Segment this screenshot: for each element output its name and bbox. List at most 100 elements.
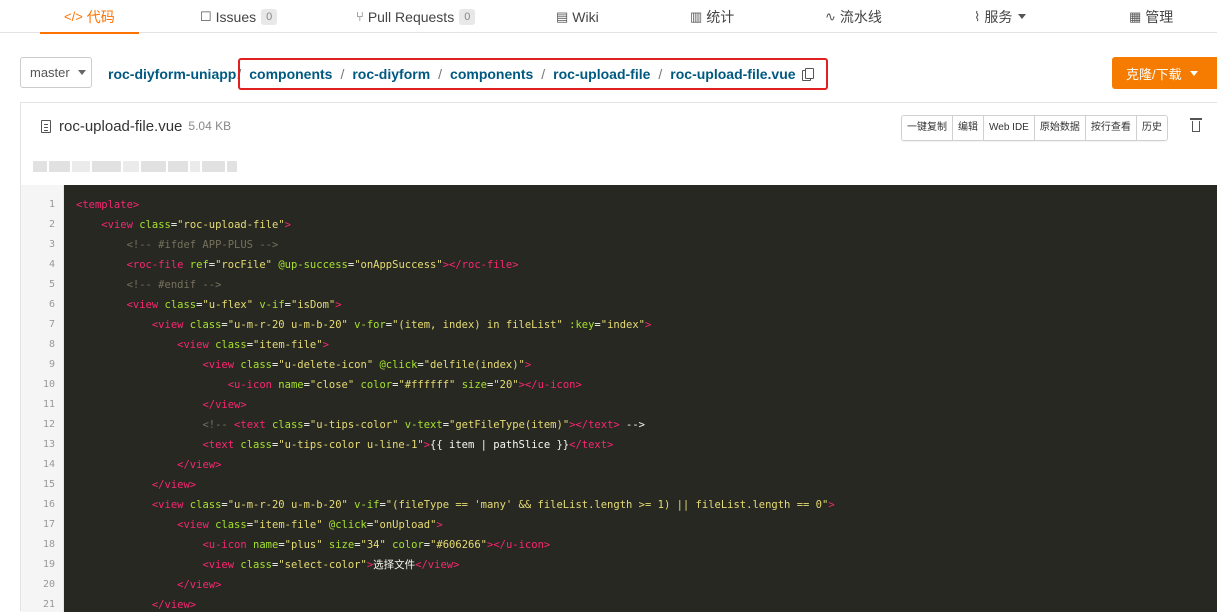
- line-number[interactable]: 13: [21, 435, 63, 455]
- line-number[interactable]: 15: [21, 475, 63, 495]
- line-number[interactable]: 1: [21, 195, 63, 215]
- code-token: <text: [202, 439, 241, 451]
- file-panel: roc-upload-file.vue 5.04 KB 一键复制 编辑 Web …: [20, 102, 1217, 612]
- line-number[interactable]: 19: [21, 555, 63, 575]
- code-token: </view>: [151, 599, 197, 611]
- line-number[interactable]: 8: [21, 335, 63, 355]
- line-number[interactable]: 4: [21, 255, 63, 275]
- branch-select[interactable]: master: [20, 57, 92, 88]
- line-number[interactable]: 11: [21, 395, 63, 415]
- code-token: >: [645, 319, 652, 331]
- code-token: class: [189, 499, 222, 511]
- web-ide-button[interactable]: Web IDE: [984, 116, 1035, 140]
- code-token: ></u-icon>: [487, 539, 551, 551]
- edit-button[interactable]: 编辑: [953, 116, 984, 140]
- code-token: name: [253, 539, 279, 551]
- file-size: 5.04 KB: [188, 119, 232, 133]
- tab-label: Issues: [215, 8, 257, 25]
- count-badge: 0: [261, 8, 278, 25]
- line-number[interactable]: 16: [21, 495, 63, 515]
- code-line: </view>: [64, 455, 1217, 475]
- wiki-icon: ▤: [556, 8, 569, 24]
- code-token: v-if: [259, 299, 285, 311]
- code-line: <!-- <text class="u-tips-color" v-text="…: [64, 415, 1217, 435]
- line-number[interactable]: 12: [21, 415, 63, 435]
- tab-manage[interactable]: ▦ 管理: [1129, 0, 1173, 33]
- tab-issues[interactable]: ☐ Issues 0: [200, 0, 278, 33]
- code-token: "delfile(index)": [423, 359, 525, 371]
- code-token: <view: [177, 339, 216, 351]
- line-number[interactable]: 17: [21, 515, 63, 535]
- chevron-down-icon: [1189, 70, 1198, 76]
- code-token: <u-icon: [202, 539, 254, 551]
- code-token: "u-tips-color u-line-1": [278, 439, 424, 451]
- code-line: </view>: [64, 575, 1217, 595]
- pull-request-icon: ⑂: [356, 9, 364, 24]
- code-line: <view class="roc-upload-file">: [64, 215, 1217, 235]
- file-header: roc-upload-file.vue 5.04 KB: [41, 103, 231, 149]
- code-line: <view class="item-file" @click="onUpload…: [64, 515, 1217, 535]
- tab-pipeline[interactable]: ∿ 流水线: [825, 0, 882, 33]
- tab-label: 代码: [86, 8, 115, 25]
- code-token: ></u-icon>: [518, 379, 582, 391]
- code-token: 选择文件: [373, 559, 416, 571]
- code-token: "u-m-r-20 u-m-b-20": [227, 319, 348, 331]
- raw-button[interactable]: 原始数据: [1034, 116, 1086, 140]
- line-number[interactable]: 7: [21, 315, 63, 335]
- code-line: <u-icon name="close" color="#ffffff" siz…: [64, 375, 1217, 395]
- line-number[interactable]: 9: [21, 355, 63, 375]
- line-number[interactable]: 6: [21, 295, 63, 315]
- code-token: <u-icon: [227, 379, 279, 391]
- code-token: >: [524, 359, 532, 371]
- trash-icon[interactable]: [1189, 117, 1203, 133]
- line-number[interactable]: 5: [21, 275, 63, 295]
- highlight-box: [238, 58, 828, 90]
- blame-button[interactable]: 按行查看: [1085, 116, 1137, 140]
- code-token: size: [461, 379, 487, 391]
- code-token: @click: [328, 519, 367, 531]
- line-number[interactable]: 14: [21, 455, 63, 475]
- clone-download-button[interactable]: 克隆/下载: [1112, 57, 1217, 89]
- tab-services[interactable]: ⌇ 服务: [974, 0, 1027, 33]
- code-token: "#ffffff": [398, 379, 456, 391]
- code-token: <!-- #endif -->: [126, 279, 222, 291]
- line-number[interactable]: 20: [21, 575, 63, 595]
- branch-name: master: [30, 65, 70, 80]
- line-number[interactable]: 3: [21, 235, 63, 255]
- code-token: class: [215, 519, 247, 531]
- code-token: >: [335, 299, 342, 311]
- tab-code[interactable]: </> 代码: [40, 0, 139, 34]
- file-icon: [41, 119, 51, 133]
- count-badge: 0: [459, 8, 476, 25]
- line-number[interactable]: 10: [21, 375, 63, 395]
- code-line: <roc-file ref="rocFile" @up-success="onA…: [64, 255, 1217, 275]
- code-icon: </>: [64, 9, 83, 24]
- line-number[interactable]: 2: [21, 215, 63, 235]
- tab-pull-requests[interactable]: ⑂ Pull Requests 0: [356, 0, 476, 33]
- line-number[interactable]: 18: [21, 535, 63, 555]
- tab-stats[interactable]: ▥ 统计: [690, 0, 734, 33]
- code-token: <roc-file: [126, 259, 190, 271]
- code-token: size: [328, 539, 355, 551]
- code-line: <template>: [64, 195, 1217, 215]
- repo-nav: </> 代码 ☐ Issues 0 ⑂ Pull Requests 0 ▤ Wiki ▥ 统计…: [0, 0, 1217, 34]
- tab-wiki[interactable]: ▤ Wiki: [556, 0, 599, 33]
- line-number[interactable]: 21: [21, 595, 63, 615]
- breadcrumb-repo[interactable]: roc-diyform-uniapp: [108, 66, 236, 82]
- tab-label: Pull Requests: [367, 8, 455, 25]
- code-token: </view>: [177, 459, 222, 471]
- copy-all-button[interactable]: 一键复制: [902, 116, 953, 140]
- history-button[interactable]: 历史: [1136, 116, 1167, 140]
- code-token: "getFileType(item)": [449, 419, 570, 431]
- code-token: ></roc-file>: [442, 259, 519, 271]
- service-icon: ⌇: [974, 8, 981, 24]
- code-line: </view>: [64, 475, 1217, 495]
